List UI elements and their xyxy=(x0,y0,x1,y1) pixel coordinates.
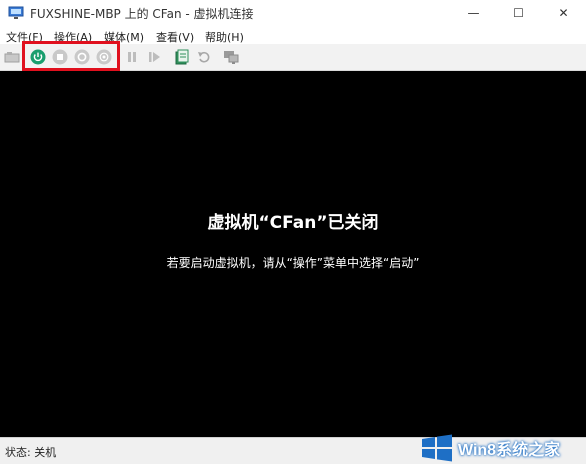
revert-icon xyxy=(198,51,210,63)
watermark: Win8系统之家 xyxy=(420,432,586,463)
vm-off-instructions: 若要启动虚拟机，请从“操作”菜单中选择“启动” xyxy=(166,256,420,270)
checkpoint-icon xyxy=(175,49,189,65)
vm-off-title: 虚拟机“CFan”已关闭 xyxy=(207,213,379,233)
power-controls-highlight xyxy=(22,41,120,71)
close-icon: ✕ xyxy=(558,6,569,20)
revert-button[interactable] xyxy=(195,48,213,66)
pause-button[interactable] xyxy=(123,48,141,66)
ctrl-alt-del-button[interactable] xyxy=(3,48,21,66)
watermark-text: Win8系统之家 xyxy=(458,441,561,459)
checkpoint-button[interactable] xyxy=(173,48,191,66)
maximize-icon: ☐ xyxy=(513,6,524,20)
maximize-button[interactable]: ☐ xyxy=(496,0,541,26)
menu-view[interactable]: 查看(V) xyxy=(156,29,194,45)
status-text: 状态: 关机 xyxy=(5,446,57,459)
enhanced-session-button[interactable] xyxy=(222,48,240,66)
close-button[interactable]: ✕ xyxy=(541,0,586,26)
window-title: FUXSHINE-MBP 上的 CFan - 虚拟机连接 xyxy=(30,7,254,21)
vm-display[interactable]: 虚拟机“CFan”已关闭 若要启动虚拟机，请从“操作”菜单中选择“启动” xyxy=(0,71,586,437)
resume-button[interactable] xyxy=(145,48,163,66)
pause-icon xyxy=(128,52,136,62)
menu-help[interactable]: 帮助(H) xyxy=(205,29,244,45)
title-bar: FUXSHINE-MBP 上的 CFan - 虚拟机连接 — ☐ ✕ xyxy=(0,0,586,26)
ctrl-alt-del-icon xyxy=(4,52,20,63)
minimize-icon: — xyxy=(467,6,480,20)
vm-connection-app-icon xyxy=(8,6,24,19)
vm-connection-window: FUXSHINE-MBP 上的 CFan - 虚拟机连接 — ☐ ✕ 文件(F)… xyxy=(0,0,586,464)
resume-icon xyxy=(149,52,160,62)
minimize-button[interactable]: — xyxy=(451,0,496,26)
enhanced-session-icon xyxy=(224,51,239,64)
windows-logo-icon xyxy=(422,434,452,461)
